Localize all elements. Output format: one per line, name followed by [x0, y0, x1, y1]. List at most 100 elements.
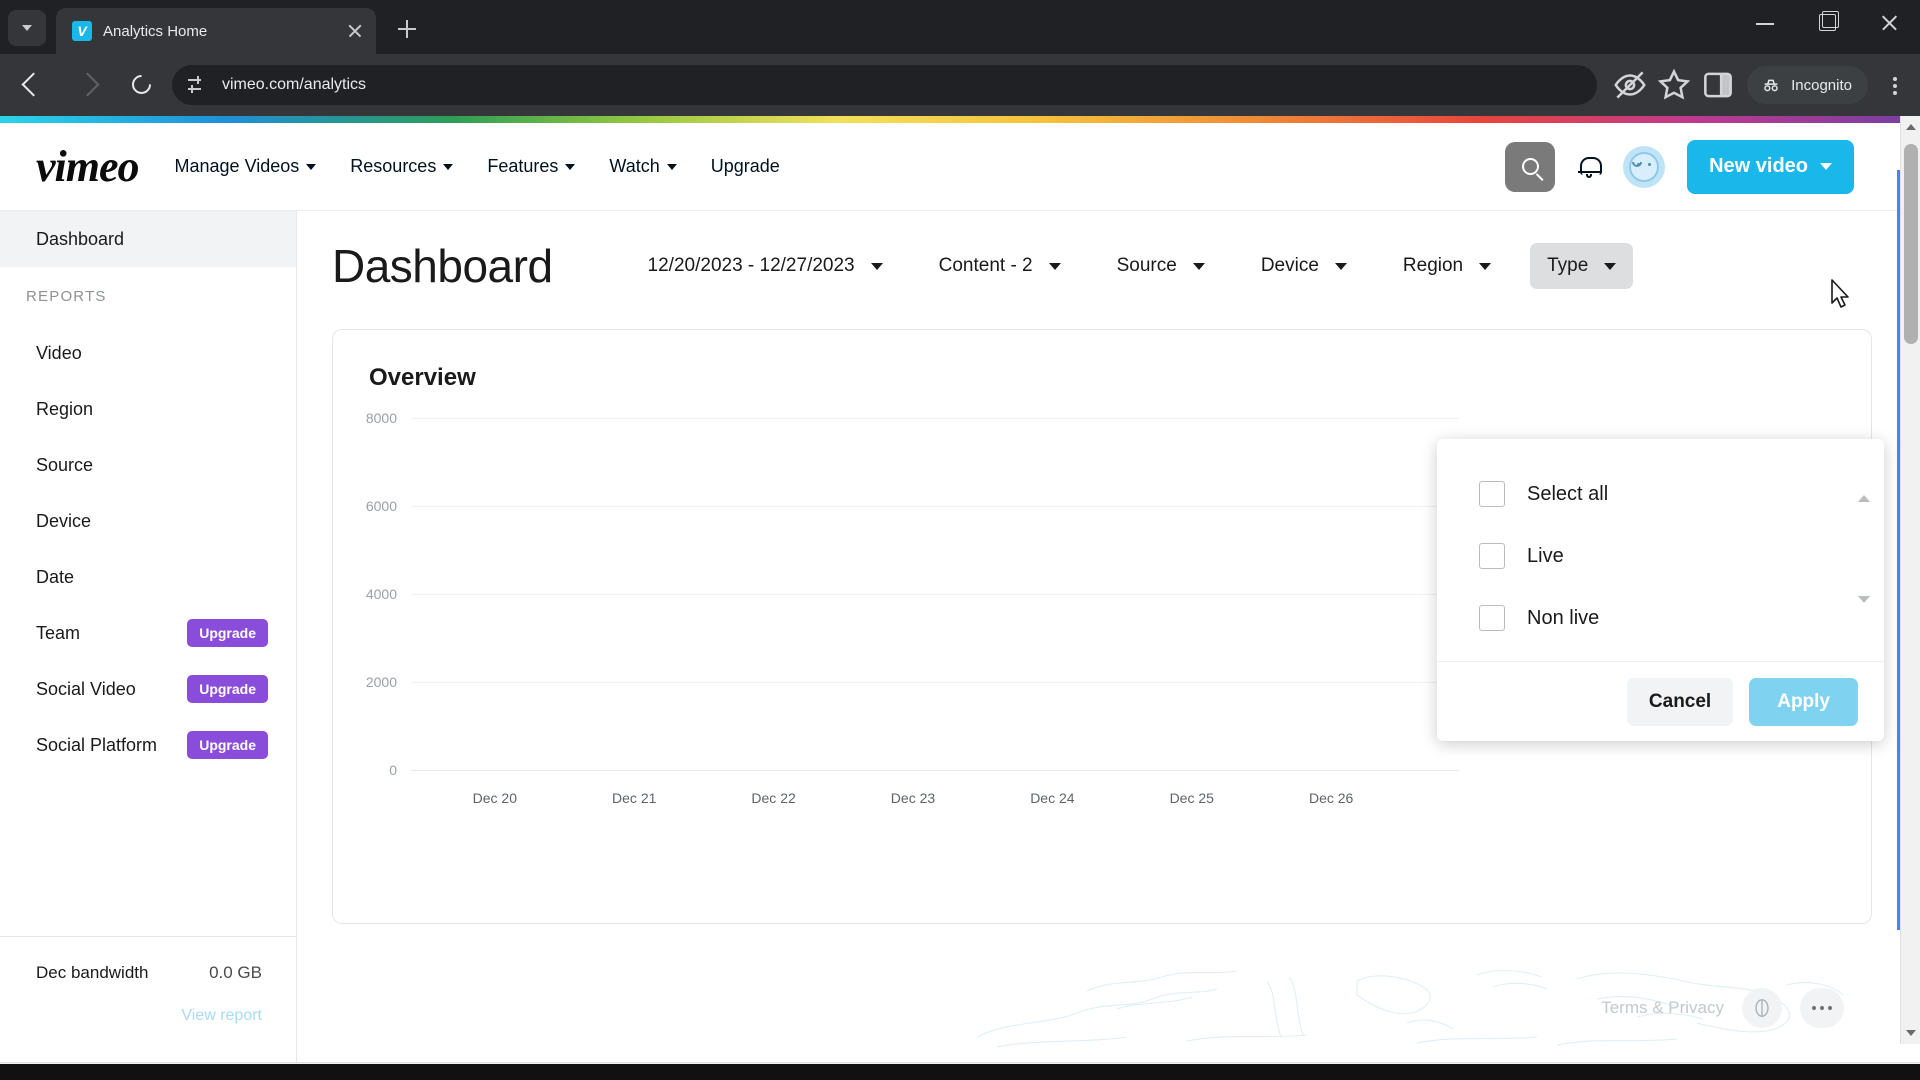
- nav-label: Features: [487, 156, 559, 176]
- sidebar-item-region[interactable]: Region: [0, 381, 296, 437]
- dropdown-scrollbar[interactable]: [1858, 495, 1870, 603]
- tab-strip: V Analytics Home: [0, 0, 1920, 54]
- filter-region[interactable]: Region: [1386, 243, 1508, 289]
- chevron-down-icon: [1604, 262, 1617, 270]
- search-icon[interactable]: [1505, 141, 1556, 192]
- sidebar-item-label: Date: [36, 566, 75, 587]
- sidebar-item-dashboard[interactable]: Dashboard: [0, 211, 296, 267]
- minimize-icon[interactable]: [1734, 0, 1796, 40]
- nav-item-upgrade[interactable]: Upgrade: [711, 156, 780, 177]
- apply-button[interactable]: Apply: [1749, 677, 1858, 726]
- filter-content[interactable]: Content - 2: [922, 243, 1078, 289]
- sidebar-item-device[interactable]: Device: [0, 493, 296, 549]
- tab-title: Analytics Home: [103, 22, 208, 40]
- checkbox[interactable]: [1479, 605, 1505, 631]
- sidebar-item-source[interactable]: Source: [0, 437, 296, 493]
- nav-label: Resources: [350, 156, 437, 176]
- chevron-down-icon: [443, 163, 454, 170]
- filter-type[interactable]: Type: [1530, 243, 1634, 289]
- y-tick-label: 6000: [365, 498, 397, 514]
- plus-icon[interactable]: [392, 14, 422, 44]
- tab-search-button[interactable]: [8, 10, 46, 46]
- mouse-cursor: [1831, 279, 1849, 308]
- star-icon[interactable]: [1655, 66, 1693, 104]
- upgrade-badge[interactable]: Upgrade: [187, 675, 268, 703]
- nav-label: Upgrade: [710, 156, 780, 176]
- close-window-icon[interactable]: [1858, 0, 1920, 40]
- x-tick-label: Dec 20: [472, 790, 518, 806]
- filter-label: Type: [1547, 255, 1589, 276]
- checkbox[interactable]: [1479, 543, 1505, 569]
- y-tick-label: 8000: [365, 410, 397, 426]
- more-options-icon[interactable]: [1800, 988, 1844, 1028]
- nav-item-watch[interactable]: Watch: [609, 156, 677, 177]
- maximize-icon[interactable]: [1796, 0, 1858, 40]
- upgrade-badge[interactable]: Upgrade: [187, 619, 268, 647]
- incognito-badge[interactable]: Incognito: [1747, 66, 1868, 104]
- page-settings-icon[interactable]: [188, 76, 208, 94]
- scroll-up-icon[interactable]: [1858, 495, 1870, 502]
- sidebar-item-date[interactable]: Date: [0, 549, 296, 605]
- filter-device[interactable]: Device: [1244, 243, 1364, 289]
- scroll-up-icon[interactable]: [1906, 124, 1916, 130]
- type-option-select-all[interactable]: Select all: [1437, 463, 1884, 525]
- scroll-down-icon[interactable]: [1906, 1030, 1916, 1036]
- sidebar-item-label: Social Platform: [36, 734, 158, 755]
- new-video-button[interactable]: New video: [1687, 139, 1854, 194]
- address-bar[interactable]: vimeo.com/analytics: [172, 65, 1598, 105]
- scroll-down-icon[interactable]: [1858, 596, 1870, 603]
- overview-chart: 8000 6000 4000 2000 0 Dec 20 Dec 21 Dec …: [365, 410, 1459, 838]
- chevron-down-icon: [1048, 262, 1061, 270]
- filter-source[interactable]: Source: [1100, 243, 1222, 289]
- chevron-down-icon: [1479, 262, 1492, 270]
- site-nav: Manage Videos Resources Features Watch U…: [175, 156, 780, 177]
- forward-arrow-icon[interactable]: [68, 65, 108, 105]
- chevron-down-icon: [1334, 262, 1347, 270]
- type-option-non-live[interactable]: Non live: [1437, 587, 1884, 649]
- side-panel-icon[interactable]: [1699, 66, 1737, 104]
- terms-privacy-link[interactable]: Terms & Privacy: [1601, 998, 1724, 1018]
- web-page: vimeo Manage Videos Resources Features W…: [0, 116, 1920, 1064]
- scrollbar-thumb[interactable]: [1904, 144, 1918, 344]
- nav-item-resources[interactable]: Resources: [350, 156, 454, 177]
- window-controls: [1734, 0, 1920, 54]
- kebab-menu-icon[interactable]: [1878, 66, 1912, 104]
- y-tick-label: 0: [389, 762, 397, 778]
- sidebar-item-video[interactable]: Video: [0, 325, 296, 381]
- reload-icon[interactable]: [122, 65, 162, 105]
- nav-item-manage-videos[interactable]: Manage Videos: [175, 156, 317, 177]
- card-title: Overview: [369, 364, 476, 391]
- sidebar-item-label: Region: [36, 398, 94, 419]
- nav-item-features[interactable]: Features: [487, 156, 576, 177]
- bell-icon[interactable]: [1577, 154, 1603, 180]
- close-icon[interactable]: [344, 20, 366, 42]
- cancel-button[interactable]: Cancel: [1626, 677, 1734, 726]
- sidebar: Dashboard REPORTS Video Region Source De…: [0, 211, 297, 1064]
- nav-label: Watch: [609, 156, 660, 176]
- url-text: vimeo.com/analytics: [222, 76, 367, 93]
- filter-date-range[interactable]: 12/20/2023 - 12/27/2023: [631, 243, 900, 289]
- view-report-link[interactable]: View report: [36, 1007, 262, 1025]
- vimeo-logo[interactable]: vimeo: [36, 141, 140, 192]
- page-vertical-scrollbar[interactable]: [1900, 116, 1920, 1044]
- checkbox[interactable]: [1479, 481, 1505, 507]
- type-option-live[interactable]: Live: [1437, 525, 1884, 587]
- y-tick-label: 2000: [365, 674, 397, 690]
- y-tick-label: 4000: [365, 586, 397, 602]
- sidebar-item-team[interactable]: Team Upgrade: [0, 605, 296, 661]
- avatar[interactable]: [1623, 145, 1666, 188]
- sidebar-item-social-video[interactable]: Social Video Upgrade: [0, 661, 296, 717]
- sidebar-item-label: Source: [36, 454, 94, 475]
- accessibility-icon[interactable]: [1742, 988, 1782, 1028]
- upgrade-badge[interactable]: Upgrade: [187, 731, 268, 759]
- eye-off-icon[interactable]: [1611, 66, 1649, 104]
- chevron-down-icon: [22, 25, 32, 31]
- chevron-down-icon: [565, 163, 576, 170]
- sidebar-item-label: Device: [36, 510, 92, 531]
- sidebar-item-social-platform[interactable]: Social Platform Upgrade: [0, 717, 296, 773]
- sidebar-section-reports: REPORTS: [26, 287, 107, 305]
- x-tick-label: Dec 21: [612, 790, 657, 806]
- browser-tab[interactable]: V Analytics Home: [56, 8, 376, 54]
- back-arrow-icon[interactable]: [14, 65, 54, 105]
- filter-bar: Dashboard 12/20/2023 - 12/27/2023 Conten…: [297, 211, 1900, 321]
